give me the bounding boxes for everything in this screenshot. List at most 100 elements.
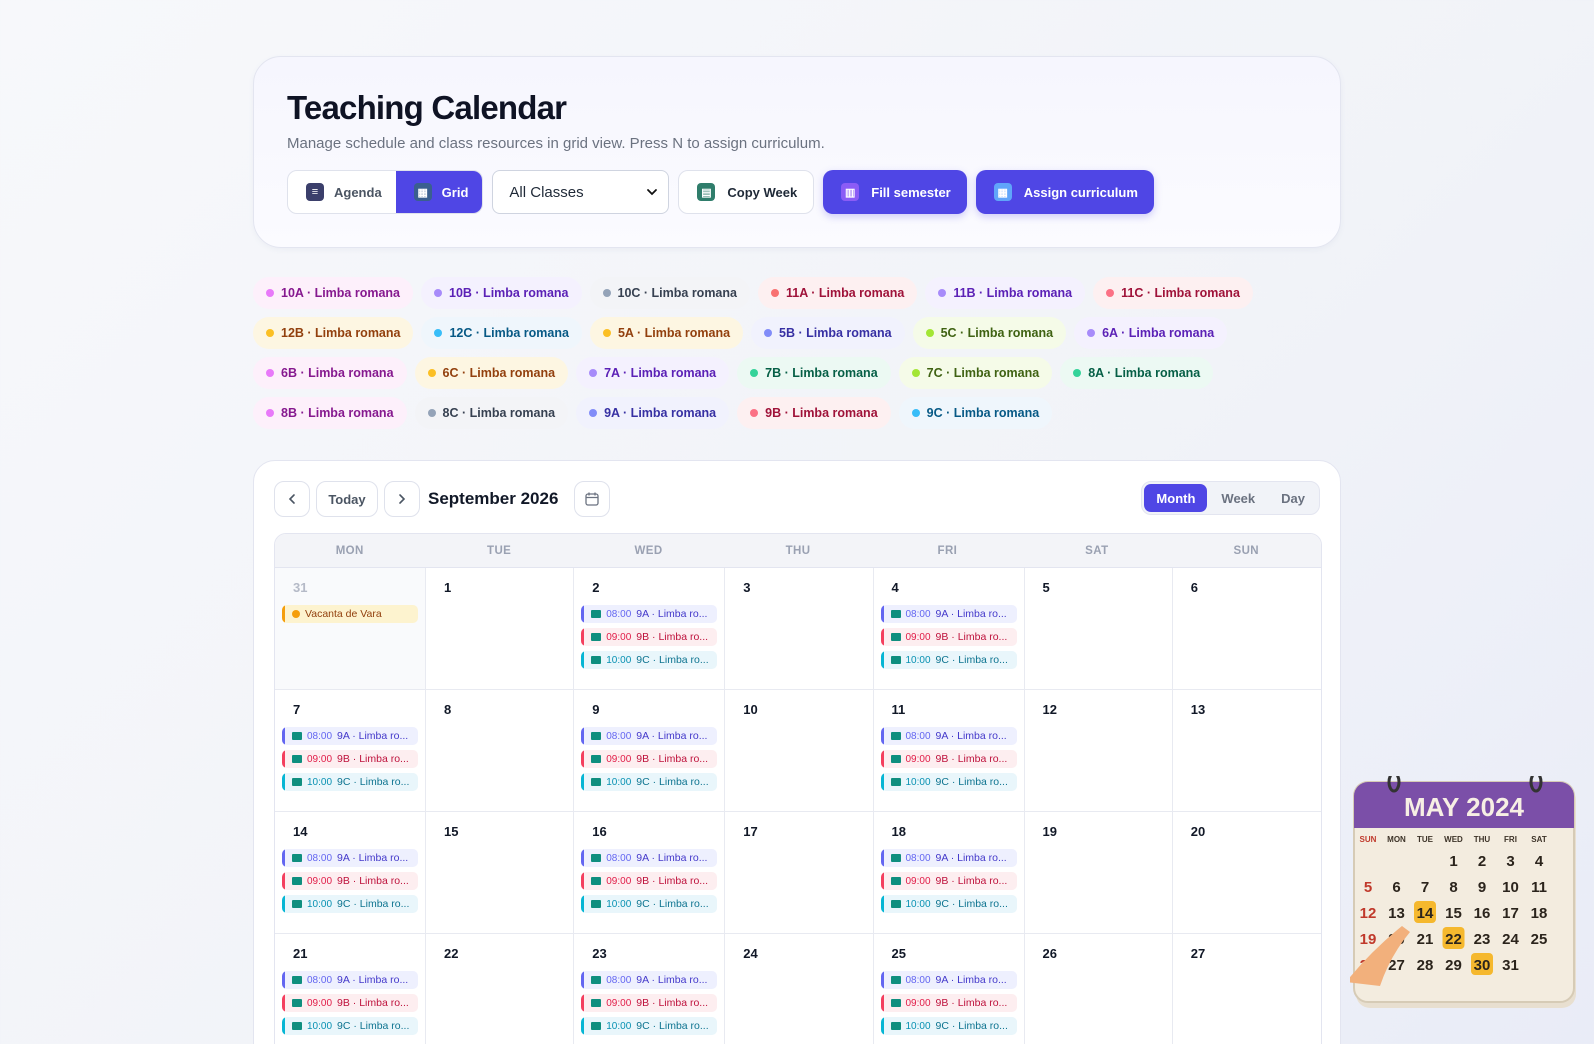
day-cell[interactable]: 18 08:00 9A · Limba ro... 09:00 9B · Limba r… (874, 812, 1025, 933)
class-chip[interactable]: 8B · Limba romana (253, 397, 407, 429)
class-chip[interactable]: 7B · Limba romana (737, 357, 891, 389)
class-chip[interactable]: 11C · Limba romana (1093, 277, 1253, 309)
class-chip[interactable]: 12C · Limba romana (421, 317, 582, 349)
day-cell[interactable]: 21 08:00 9A · Limba ro... 09:00 9B · Limba r… (275, 934, 426, 1044)
class-chip[interactable]: 9C · Limba romana (898, 397, 1053, 429)
lesson-event[interactable]: 08:00 9A · Limba ro... (581, 849, 718, 867)
day-cell[interactable]: 19 (1025, 812, 1173, 933)
day-cell[interactable]: 17 (725, 812, 874, 933)
lesson-event[interactable]: 08:00 9A · Limba ro... (880, 727, 1017, 745)
lesson-event[interactable]: 09:00 9B · Limba ro... (880, 994, 1017, 1012)
class-chip[interactable]: 10C · Limba romana (589, 277, 750, 309)
lesson-event[interactable]: 10:00 9C · Limba ro... (880, 895, 1017, 913)
lesson-event[interactable]: 09:00 9B · Limba ro... (581, 628, 718, 646)
class-chip[interactable]: 10A · Limba romana (253, 277, 414, 309)
lesson-event[interactable]: 08:00 9A · Limba ro... (581, 727, 718, 745)
copy-week-button[interactable]: ▤ Copy Week (678, 170, 815, 214)
lesson-event[interactable]: 08:00 9A · Limba ro... (282, 727, 418, 745)
lesson-event[interactable]: 08:00 9A · Limba ro... (282, 971, 418, 989)
agenda-view-button[interactable]: ≡ Agenda (288, 171, 396, 213)
lesson-event[interactable]: 10:00 9C · Limba ro... (581, 895, 718, 913)
day-cell[interactable]: 13 (1173, 690, 1321, 811)
holiday-event[interactable]: Vacanta de Vara (282, 605, 418, 623)
lesson-event[interactable]: 09:00 9B · Limba ro... (880, 628, 1017, 646)
lesson-event[interactable]: 09:00 9B · Limba ro... (581, 872, 718, 890)
day-cell[interactable]: 27 (1173, 934, 1321, 1044)
day-cell[interactable]: 2 08:00 9A · Limba ro... 09:00 9B · Limba ro… (574, 568, 726, 689)
lesson-event[interactable]: 09:00 9B · Limba ro... (282, 994, 418, 1012)
lesson-event[interactable]: 10:00 9C · Limba ro... (581, 651, 718, 669)
class-chip[interactable]: 11B · Limba romana (925, 277, 1086, 309)
grid-view-button[interactable]: ▦ Grid (395, 171, 483, 213)
day-cell[interactable]: 5 (1025, 568, 1173, 689)
class-chip[interactable]: 6A · Limba romana (1074, 317, 1228, 349)
day-cell[interactable]: 31 Vacanta de Vara (275, 568, 426, 689)
lesson-event[interactable]: 10:00 9C · Limba ro... (880, 1017, 1017, 1035)
lesson-event[interactable]: 10:00 9C · Limba ro... (282, 895, 418, 913)
prev-month-button[interactable] (274, 481, 310, 517)
fill-semester-button[interactable]: ▥ Fill semester (823, 170, 967, 214)
day-cell[interactable]: 22 (426, 934, 575, 1044)
day-cell[interactable]: 10 (725, 690, 874, 811)
lesson-event[interactable]: 08:00 9A · Limba ro... (581, 971, 718, 989)
day-cell[interactable]: 25 08:00 9A · Limba ro... 09:00 9B · Limba r… (874, 934, 1025, 1044)
day-cell[interactable]: 20 (1173, 812, 1321, 933)
class-chip[interactable]: 10B · Limba romana (421, 277, 582, 309)
day-cell[interactable]: 24 (725, 934, 874, 1044)
day-cell[interactable]: 4 08:00 9A · Limba ro... 09:00 9B · Limba ro… (874, 568, 1025, 689)
next-month-button[interactable] (384, 481, 420, 517)
color-dot-icon (589, 369, 598, 377)
month-view-button[interactable]: Month (1144, 484, 1208, 512)
lesson-event[interactable]: 09:00 9B · Limba ro... (282, 872, 418, 890)
lesson-event[interactable]: 10:00 9C · Limba ro... (581, 1017, 718, 1035)
lesson-event[interactable]: 08:00 9A · Limba ro... (282, 849, 418, 867)
day-cell[interactable]: 7 08:00 9A · Limba ro... 09:00 9B · Limba ro… (275, 690, 426, 811)
lesson-event[interactable]: 09:00 9B · Limba ro... (880, 750, 1017, 768)
lesson-event[interactable]: 10:00 9C · Limba ro... (282, 773, 418, 791)
lesson-event[interactable]: 10:00 9C · Limba ro... (880, 773, 1017, 791)
day-cell[interactable]: 3 (725, 568, 874, 689)
class-select[interactable]: All Classes (492, 170, 670, 214)
lesson-event[interactable]: 09:00 9B · Limba ro... (581, 750, 718, 768)
class-chip[interactable]: 7A · Limba romana (576, 357, 730, 389)
lesson-event[interactable]: 08:00 9A · Limba ro... (880, 605, 1017, 623)
day-cell[interactable]: 15 (426, 812, 575, 933)
day-cell[interactable]: 9 08:00 9A · Limba ro... 09:00 9B · Limba ro… (574, 690, 726, 811)
lesson-event[interactable]: 08:00 9A · Limba ro... (880, 971, 1017, 989)
class-chip[interactable]: 5A · Limba romana (589, 317, 744, 349)
lesson-event[interactable]: 10:00 9C · Limba ro... (581, 773, 718, 791)
day-cell[interactable]: 11 08:00 9A · Limba ro... 09:00 9B · Limba r… (874, 690, 1025, 811)
class-chip[interactable]: 8C · Limba romana (414, 397, 569, 429)
week-view-button[interactable]: Week (1209, 484, 1267, 512)
day-cell[interactable]: 1 (426, 568, 575, 689)
date-picker-button[interactable] (574, 481, 610, 517)
day-view-button[interactable]: Day (1269, 484, 1317, 512)
day-cell[interactable]: 16 08:00 9A · Limba ro... 09:00 9B · Limba r… (574, 812, 726, 933)
lesson-event[interactable]: 09:00 9B · Limba ro... (282, 750, 418, 768)
day-cell[interactable]: 8 (426, 690, 575, 811)
day-cell[interactable]: 12 (1025, 690, 1173, 811)
class-chip[interactable]: 9B · Limba romana (737, 397, 891, 429)
class-chip[interactable]: 9A · Limba romana (576, 397, 730, 429)
day-cell[interactable]: 23 08:00 9A · Limba ro... 09:00 9B · Limba r… (574, 934, 726, 1044)
lesson-event[interactable]: 09:00 9B · Limba ro... (880, 872, 1017, 890)
class-chip[interactable]: 7C · Limba romana (898, 357, 1053, 389)
lesson-event[interactable]: 09:00 9B · Limba ro... (581, 994, 718, 1012)
lesson-event[interactable]: 08:00 9A · Limba ro... (880, 849, 1017, 867)
day-cell[interactable]: 14 08:00 9A · Limba ro... 09:00 9B · Limba r… (275, 812, 426, 933)
day-cell[interactable]: 6 (1173, 568, 1321, 689)
class-chip[interactable]: 6B · Limba romana (253, 357, 407, 389)
class-chip[interactable]: 8A · Limba romana (1060, 357, 1214, 389)
class-chip[interactable]: 5B · Limba romana (751, 317, 905, 349)
class-chip[interactable]: 11A · Limba romana (757, 277, 918, 309)
class-chip[interactable]: 6C · Limba romana (414, 357, 569, 389)
lesson-event[interactable]: 08:00 9A · Limba ro... (581, 605, 718, 623)
today-button[interactable]: Today (316, 481, 378, 517)
day-cell[interactable]: 26 (1025, 934, 1173, 1044)
assign-curriculum-button[interactable]: ▦ Assign curriculum (975, 170, 1154, 214)
lesson-event[interactable]: 10:00 9C · Limba ro... (880, 651, 1017, 669)
class-chip[interactable]: 5C · Limba romana (912, 317, 1067, 349)
illustration-day: 29 (1445, 957, 1462, 974)
class-chip[interactable]: 12B · Limba romana (253, 317, 414, 349)
lesson-event[interactable]: 10:00 9C · Limba ro... (282, 1017, 418, 1035)
